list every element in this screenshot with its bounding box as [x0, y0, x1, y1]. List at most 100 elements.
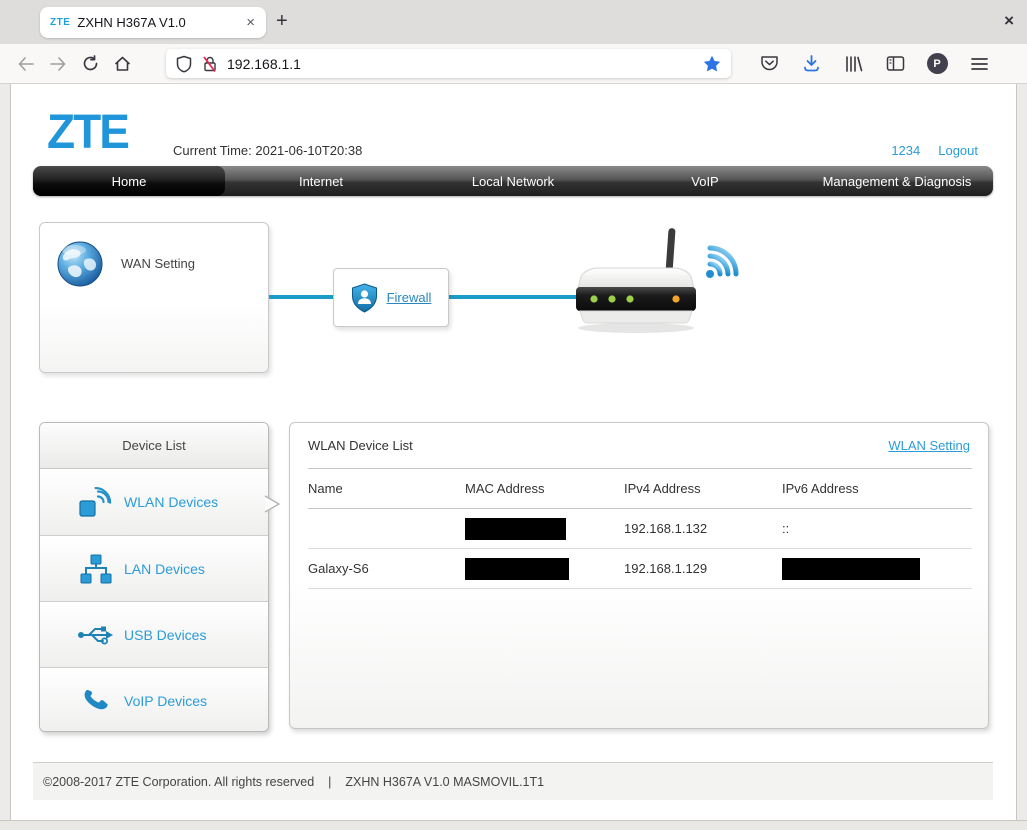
nav-tab-local-network[interactable]: Local Network	[417, 166, 609, 196]
column-header: IPv6 Address	[782, 469, 972, 509]
device-item-voip[interactable]: VoIP Devices	[40, 667, 268, 732]
browser-window: ZTE ZXHN H367A V1.0 × + × 192.168.1.1	[0, 0, 1027, 830]
router-antenna	[665, 228, 675, 274]
profile-button[interactable]: P	[923, 50, 951, 78]
column-header: IPv4 Address	[624, 469, 782, 509]
table-cell: Galaxy-S6	[308, 549, 465, 589]
wlan-device-table: NameMAC AddressIPv4 AddressIPv6 Address …	[308, 468, 972, 589]
url-bar[interactable]: 192.168.1.1	[166, 49, 731, 78]
device-item-label: USB Devices	[124, 627, 206, 643]
wlan-device-list-title: WLAN Device List	[308, 438, 413, 453]
router-led-green	[608, 295, 615, 302]
pocket-button[interactable]	[755, 50, 783, 78]
nav-tab-internet[interactable]: Internet	[225, 166, 417, 196]
column-header: MAC Address	[465, 469, 624, 509]
redacted-value	[465, 518, 566, 540]
router-led-green	[626, 295, 633, 302]
wan-setting-label: WAN Setting	[121, 256, 195, 271]
wlan-device-list-panel: WLAN Device List WLAN Setting NameMAC Ad…	[289, 422, 989, 729]
globe-icon	[55, 239, 105, 289]
router-led-green	[590, 295, 597, 302]
session-id-link[interactable]: 1234	[891, 143, 920, 158]
nav-tab-voip[interactable]: VoIP	[609, 166, 801, 196]
sidebar-button[interactable]	[881, 50, 909, 78]
zte-favicon-icon: ZTE	[50, 17, 70, 28]
router-image	[568, 226, 708, 336]
page-footer: ©2008-2017 ZTE Corporation. All rights r…	[33, 762, 993, 800]
home-button[interactable]	[106, 50, 138, 78]
selected-item-chevron-icon	[264, 494, 282, 514]
device-item-wlan[interactable]: WLAN Devices	[40, 469, 268, 535]
device-list-title: Device List	[40, 423, 268, 469]
new-tab-button[interactable]: +	[276, 10, 288, 33]
reload-icon	[82, 55, 99, 72]
library-button[interactable]	[839, 50, 867, 78]
firewall-shield-icon	[351, 283, 378, 313]
menu-button[interactable]	[965, 50, 993, 78]
device-item-label: VoIP Devices	[124, 693, 207, 709]
library-icon	[843, 55, 863, 73]
toolbar-right-icons: P	[755, 50, 993, 78]
back-button[interactable]	[10, 50, 42, 78]
insecure-lock-icon[interactable]	[201, 55, 219, 73]
back-arrow-icon	[20, 58, 34, 70]
zte-logo: ZTE	[47, 103, 128, 160]
column-header: Name	[308, 469, 465, 509]
forward-arrow-icon	[51, 58, 65, 70]
window-close-button[interactable]: ×	[1004, 11, 1014, 31]
page-viewport: ZTE Current Time: 2021-06-10T20:38 1234 …	[0, 84, 1027, 820]
device-list-panel: Device List WLAN Devices LAN Devices USB…	[39, 422, 269, 732]
table-cell	[308, 509, 465, 549]
table-cell: 192.168.1.129	[624, 549, 782, 589]
device-item-label: WLAN Devices	[124, 494, 218, 510]
bookmark-star-icon[interactable]	[703, 55, 721, 72]
table-cell: 192.168.1.132	[624, 509, 782, 549]
table-cell	[465, 509, 624, 549]
copyright-text: ©2008-2017 ZTE Corporation. All rights r…	[43, 775, 314, 789]
forward-button[interactable]	[42, 50, 74, 78]
table-cell: ::	[782, 509, 972, 549]
table-header-row: NameMAC AddressIPv4 AddressIPv6 Address	[308, 469, 972, 509]
table-cell	[782, 549, 972, 589]
device-item-label: LAN Devices	[124, 561, 205, 577]
redacted-value	[782, 558, 920, 580]
nav-tab-home[interactable]: Home	[33, 166, 225, 196]
session-links: 1234 Logout	[891, 143, 978, 158]
device-item-usb[interactable]: USB Devices	[40, 601, 268, 667]
nav-tab-management-diagnosis[interactable]: Management & Diagnosis	[801, 166, 993, 196]
device-item-lan[interactable]: LAN Devices	[40, 535, 268, 601]
router-base	[580, 311, 692, 323]
current-time-label: Current Time: 2021-06-10T20:38	[173, 143, 362, 158]
downloads-button[interactable]	[797, 50, 825, 78]
redacted-value	[465, 558, 569, 580]
download-icon	[802, 54, 821, 73]
voip-devices-icon	[76, 686, 116, 716]
firewall-card[interactable]: Firewall	[333, 268, 449, 327]
usb-devices-icon	[76, 624, 116, 646]
pocket-icon	[760, 54, 779, 73]
tab-title: ZXHN H367A V1.0	[77, 15, 243, 30]
main-nav: HomeInternetLocal NetworkVoIPManagement …	[33, 166, 993, 196]
tab-close-icon[interactable]: ×	[243, 14, 258, 31]
router-shadow	[578, 323, 694, 333]
firewall-link[interactable]: Firewall	[387, 290, 432, 305]
table-row: Galaxy-S6 192.168.1.129	[308, 549, 972, 589]
browser-tab[interactable]: ZTE ZXHN H367A V1.0 ×	[40, 7, 266, 38]
sidebar-icon	[886, 55, 905, 72]
browser-toolbar: 192.168.1.1 P	[0, 44, 1027, 84]
reload-button[interactable]	[74, 50, 106, 78]
wan-setting-card[interactable]: WAN Setting	[39, 222, 269, 373]
table-cell	[465, 549, 624, 589]
profile-avatar: P	[927, 53, 948, 74]
home-icon	[114, 56, 131, 72]
wifi-signal-icon	[698, 234, 752, 286]
wlan-devices-icon	[76, 487, 116, 518]
tab-strip: ZTE ZXHN H367A V1.0 × + ×	[0, 0, 1027, 44]
router-led-orange	[672, 295, 679, 302]
logout-link[interactable]: Logout	[938, 143, 978, 158]
hamburger-icon	[971, 57, 988, 71]
url-text[interactable]: 192.168.1.1	[227, 56, 703, 72]
shield-permissions-icon[interactable]	[176, 55, 192, 73]
footer-separator: |	[328, 775, 331, 789]
wlan-setting-link[interactable]: WLAN Setting	[888, 438, 970, 453]
